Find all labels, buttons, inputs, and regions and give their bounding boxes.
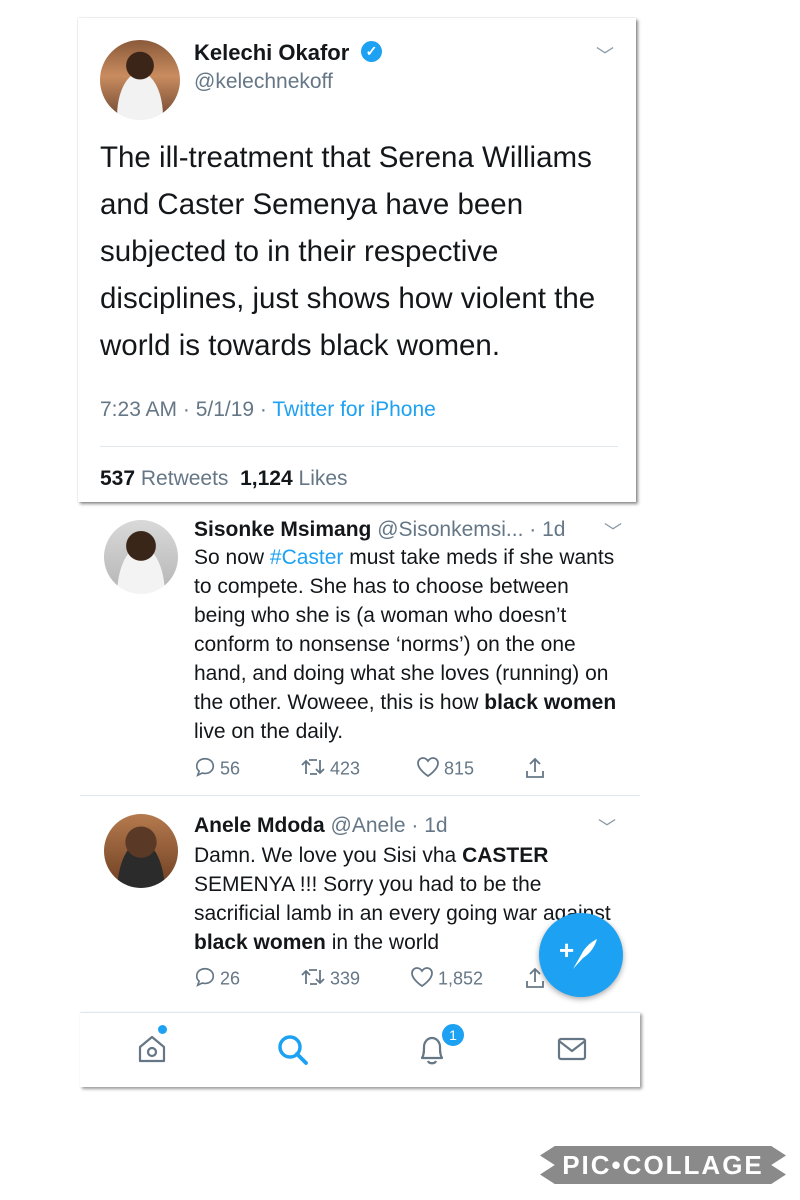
bottom-nav-bar: 1 bbox=[80, 1012, 640, 1087]
share-icon bbox=[524, 756, 546, 785]
share-button[interactable] bbox=[524, 756, 550, 785]
chevron-down-icon[interactable]: ﹀ bbox=[604, 518, 622, 544]
like-button[interactable]: 1,852 bbox=[410, 966, 483, 993]
reply-text-bold: CASTER bbox=[462, 844, 549, 867]
like-count: 1,852 bbox=[438, 968, 484, 989]
pic-collage-watermark: PIC•COLLAGE bbox=[540, 1146, 786, 1184]
like-button[interactable]: 815 bbox=[416, 756, 474, 783]
search-icon[interactable] bbox=[276, 1033, 310, 1072]
reply-text-bold: black women bbox=[194, 931, 326, 954]
reply-text: So now #Caster must take meds if she wan… bbox=[194, 543, 624, 746]
avatar[interactable] bbox=[104, 520, 178, 594]
retweet-icon bbox=[300, 756, 326, 783]
tweet-stats: 537 Retweets 1,124 Likes bbox=[100, 467, 348, 491]
tweet-text: The ill-treatment that Serena Williams a… bbox=[100, 141, 596, 362]
compose-tweet-button[interactable]: + bbox=[539, 913, 623, 997]
retweet-icon bbox=[300, 966, 326, 993]
reply-author[interactable]: Sisonke Msimang @Sisonkemsi... · 1d bbox=[194, 518, 565, 542]
reply-text-part: in the world bbox=[325, 931, 440, 954]
new-content-dot bbox=[158, 1025, 167, 1034]
divider bbox=[80, 795, 640, 796]
retweets-label[interactable]: Retweets bbox=[141, 467, 229, 490]
chevron-down-icon[interactable]: ﹀ bbox=[596, 42, 614, 68]
likes-count[interactable]: 1,124 bbox=[240, 467, 293, 490]
retweets-count[interactable]: 537 bbox=[100, 467, 135, 490]
reply-handle-time: @Anele · 1d bbox=[330, 814, 448, 837]
notification-badge: 1 bbox=[440, 1022, 466, 1048]
retweet-button[interactable]: 339 bbox=[300, 966, 360, 993]
divider bbox=[100, 446, 618, 447]
retweet-count: 423 bbox=[330, 758, 361, 779]
retweet-button[interactable]: 423 bbox=[300, 756, 360, 783]
tweet-source-link[interactable]: Twitter for iPhone bbox=[272, 398, 435, 421]
reply-author-name: Anele Mdoda bbox=[194, 814, 325, 837]
reply-text-part: live on the daily. bbox=[194, 720, 344, 743]
reply-text-part: must take meds if she wants to compete. … bbox=[194, 546, 615, 714]
reply-count: 26 bbox=[220, 968, 241, 989]
avatar[interactable] bbox=[104, 814, 178, 888]
reply-count: 56 bbox=[220, 758, 241, 779]
retweet-count: 339 bbox=[330, 968, 361, 989]
reply-text-part: So now bbox=[194, 546, 270, 569]
reply-icon bbox=[194, 966, 216, 993]
heart-icon bbox=[410, 966, 434, 993]
verified-badge-icon: ✓ bbox=[361, 41, 382, 62]
avatar[interactable] bbox=[100, 40, 180, 120]
like-count: 815 bbox=[444, 758, 475, 779]
reply-icon bbox=[194, 756, 216, 783]
chevron-down-icon[interactable]: ﹀ bbox=[598, 814, 616, 840]
messages-icon[interactable] bbox=[556, 1033, 588, 1070]
heart-icon bbox=[416, 756, 440, 783]
tweet-meta: 7:23 AM · 5/1/19 · Twitter for iPhone bbox=[100, 398, 436, 422]
hashtag-link[interactable]: #Caster bbox=[270, 546, 344, 569]
author-name[interactable]: Kelechi Okafor bbox=[194, 40, 349, 66]
main-tweet-card: Kelechi Okafor ✓ @kelechnekoff ﹀ The ill… bbox=[78, 18, 636, 502]
reply-handle-time: @Sisonkemsi... · 1d bbox=[377, 518, 566, 541]
reply-author-name: Sisonke Msimang bbox=[194, 518, 372, 541]
author-handle[interactable]: @kelechnekoff bbox=[194, 70, 333, 94]
reply-text-bold: black women bbox=[484, 691, 617, 714]
feather-icon bbox=[573, 939, 597, 969]
tweet-timestamp: 7:23 AM · 5/1/19 · bbox=[100, 398, 273, 421]
reply-button[interactable]: 26 bbox=[194, 966, 240, 993]
reply-author[interactable]: Anele Mdoda @Anele · 1d bbox=[194, 814, 448, 838]
reply-text-part: Damn. We love you Sisi vha bbox=[194, 844, 463, 867]
home-icon[interactable] bbox=[136, 1033, 168, 1070]
reply-button[interactable]: 56 bbox=[194, 756, 240, 783]
reply-text-part: SEMENYA !!! Sorry you had to be the sacr… bbox=[194, 873, 611, 925]
likes-label[interactable]: Likes bbox=[299, 467, 348, 490]
